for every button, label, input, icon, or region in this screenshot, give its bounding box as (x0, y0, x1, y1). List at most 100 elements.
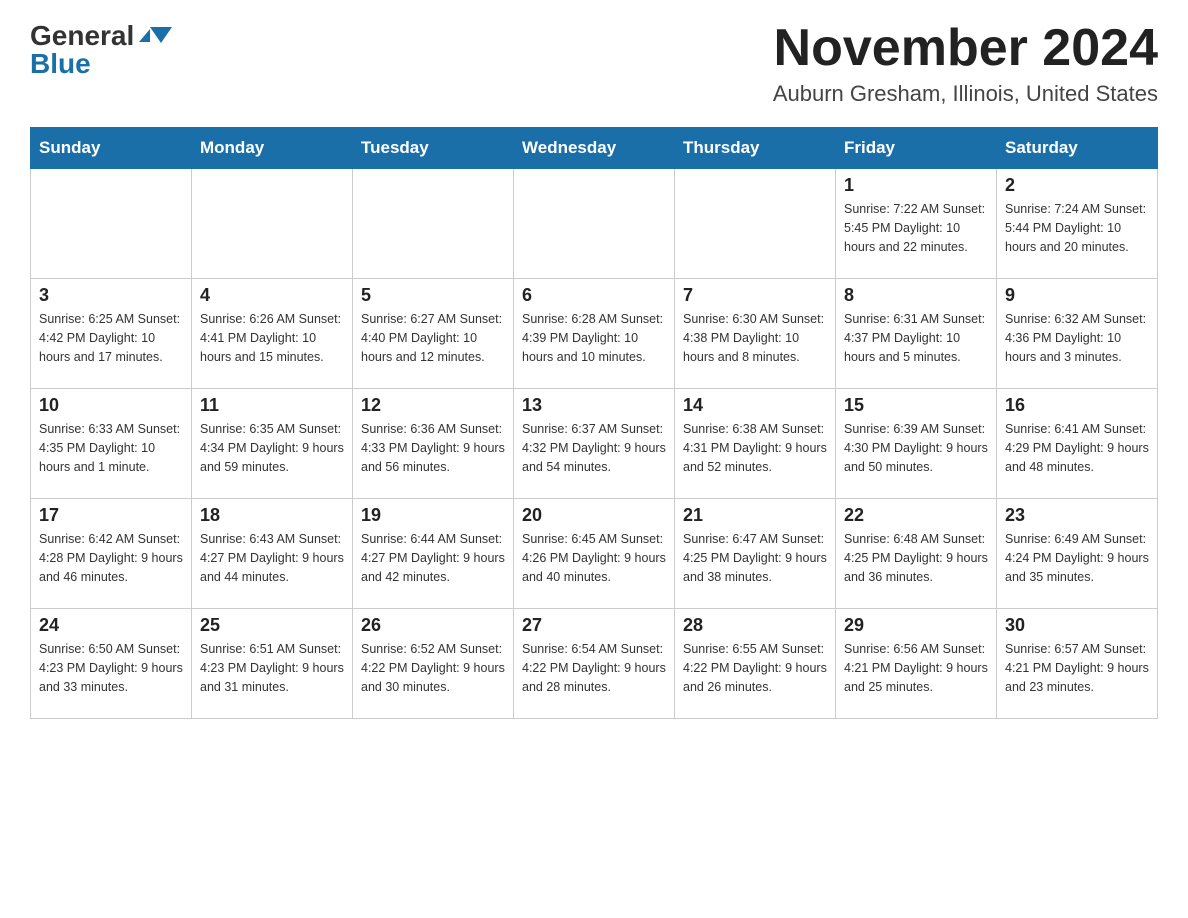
day-info: Sunrise: 6:54 AM Sunset: 4:22 PM Dayligh… (522, 640, 666, 696)
day-number: 10 (39, 395, 183, 416)
day-info: Sunrise: 6:37 AM Sunset: 4:32 PM Dayligh… (522, 420, 666, 476)
day-info: Sunrise: 6:56 AM Sunset: 4:21 PM Dayligh… (844, 640, 988, 696)
calendar-cell: 10 Sunrise: 6:33 AM Sunset: 4:35 PM Dayli… (31, 389, 192, 499)
calendar-cell (675, 169, 836, 279)
day-number: 27 (522, 615, 666, 636)
day-number: 6 (522, 285, 666, 306)
day-info: Sunrise: 6:38 AM Sunset: 4:31 PM Dayligh… (683, 420, 827, 476)
calendar-cell: 12 Sunrise: 6:36 AM Sunset: 4:33 PM Dayli… (353, 389, 514, 499)
day-number: 25 (200, 615, 344, 636)
day-info: Sunrise: 6:36 AM Sunset: 4:33 PM Dayligh… (361, 420, 505, 476)
calendar-cell (514, 169, 675, 279)
calendar-cell: 13 Sunrise: 6:37 AM Sunset: 4:32 PM Dayli… (514, 389, 675, 499)
location-subtitle: Auburn Gresham, Illinois, United States (773, 81, 1158, 107)
day-info: Sunrise: 7:22 AM Sunset: 5:45 PM Dayligh… (844, 200, 988, 256)
day-info: Sunrise: 6:33 AM Sunset: 4:35 PM Dayligh… (39, 420, 183, 476)
calendar-cell: 17 Sunrise: 6:42 AM Sunset: 4:28 PM Dayli… (31, 499, 192, 609)
logo: General Blue (30, 20, 150, 80)
calendar-cell: 5Sunrise: 6:27 AM Sunset: 4:40 PM Daylig… (353, 279, 514, 389)
calendar-week-row: 1Sunrise: 7:22 AM Sunset: 5:45 PM Daylig… (31, 169, 1158, 279)
calendar-cell: 18 Sunrise: 6:43 AM Sunset: 4:27 PM Dayli… (192, 499, 353, 609)
calendar-cell: 24Sunrise: 6:50 AM Sunset: 4:23 PM Dayli… (31, 609, 192, 719)
day-number: 18 (200, 505, 344, 526)
day-info: Sunrise: 6:42 AM Sunset: 4:28 PM Dayligh… (39, 530, 183, 586)
day-info: Sunrise: 6:47 AM Sunset: 4:25 PM Dayligh… (683, 530, 827, 586)
calendar-cell: 21 Sunrise: 6:47 AM Sunset: 4:25 PM Dayli… (675, 499, 836, 609)
month-year-title: November 2024 (773, 20, 1158, 77)
calendar-cell (31, 169, 192, 279)
day-number: 26 (361, 615, 505, 636)
day-info: Sunrise: 6:39 AM Sunset: 4:30 PM Dayligh… (844, 420, 988, 476)
day-number: 30 (1005, 615, 1149, 636)
day-number: 8 (844, 285, 988, 306)
day-number: 17 (39, 505, 183, 526)
day-info: Sunrise: 6:50 AM Sunset: 4:23 PM Dayligh… (39, 640, 183, 696)
logo-blue-text: Blue (30, 48, 91, 80)
calendar-cell: 19Sunrise: 6:44 AM Sunset: 4:27 PM Dayli… (353, 499, 514, 609)
weekday-header-saturday: Saturday (997, 128, 1158, 169)
day-number: 3 (39, 285, 183, 306)
logo-arrow-icon (139, 29, 150, 42)
logo-general-text: General (30, 20, 134, 51)
day-number: 19 (361, 505, 505, 526)
day-info: Sunrise: 6:35 AM Sunset: 4:34 PM Dayligh… (200, 420, 344, 476)
calendar-cell: 4 Sunrise: 6:26 AM Sunset: 4:41 PM Daylig… (192, 279, 353, 389)
day-info: Sunrise: 6:41 AM Sunset: 4:29 PM Dayligh… (1005, 420, 1149, 476)
calendar-cell (353, 169, 514, 279)
calendar-cell: 28 Sunrise: 6:55 AM Sunset: 4:22 PM Dayli… (675, 609, 836, 719)
calendar-cell: 8 Sunrise: 6:31 AM Sunset: 4:37 PM Daylig… (836, 279, 997, 389)
day-number: 23 (1005, 505, 1149, 526)
day-number: 22 (844, 505, 988, 526)
day-info: Sunrise: 6:45 AM Sunset: 4:26 PM Dayligh… (522, 530, 666, 586)
day-info: Sunrise: 6:32 AM Sunset: 4:36 PM Dayligh… (1005, 310, 1149, 366)
calendar-cell: 29 Sunrise: 6:56 AM Sunset: 4:21 PM Dayli… (836, 609, 997, 719)
calendar-cell: 23 Sunrise: 6:49 AM Sunset: 4:24 PM Dayli… (997, 499, 1158, 609)
day-number: 29 (844, 615, 988, 636)
calendar-cell: 20Sunrise: 6:45 AM Sunset: 4:26 PM Dayli… (514, 499, 675, 609)
day-number: 12 (361, 395, 505, 416)
day-number: 28 (683, 615, 827, 636)
calendar-cell: 30 Sunrise: 6:57 AM Sunset: 4:21 PM Dayli… (997, 609, 1158, 719)
calendar-cell: 7 Sunrise: 6:30 AM Sunset: 4:38 PM Daylig… (675, 279, 836, 389)
calendar-cell: 22Sunrise: 6:48 AM Sunset: 4:25 PM Dayli… (836, 499, 997, 609)
day-number: 14 (683, 395, 827, 416)
header: General Blue November 2024 Auburn Gresha… (30, 20, 1158, 107)
day-number: 13 (522, 395, 666, 416)
day-number: 16 (1005, 395, 1149, 416)
day-number: 7 (683, 285, 827, 306)
day-info: Sunrise: 6:25 AM Sunset: 4:42 PM Dayligh… (39, 310, 183, 366)
day-info: Sunrise: 6:28 AM Sunset: 4:39 PM Dayligh… (522, 310, 666, 366)
calendar-cell: 15 Sunrise: 6:39 AM Sunset: 4:30 PM Dayli… (836, 389, 997, 499)
calendar-cell: 25Sunrise: 6:51 AM Sunset: 4:23 PM Dayli… (192, 609, 353, 719)
calendar-week-row: 10 Sunrise: 6:33 AM Sunset: 4:35 PM Dayli… (31, 389, 1158, 499)
weekday-header-thursday: Thursday (675, 128, 836, 169)
day-info: Sunrise: 6:49 AM Sunset: 4:24 PM Dayligh… (1005, 530, 1149, 586)
day-info: Sunrise: 6:43 AM Sunset: 4:27 PM Dayligh… (200, 530, 344, 586)
day-info: Sunrise: 6:57 AM Sunset: 4:21 PM Dayligh… (1005, 640, 1149, 696)
weekday-header-friday: Friday (836, 128, 997, 169)
calendar-cell: 3 Sunrise: 6:25 AM Sunset: 4:42 PM Daylig… (31, 279, 192, 389)
weekday-header-sunday: Sunday (31, 128, 192, 169)
calendar-week-row: 3 Sunrise: 6:25 AM Sunset: 4:42 PM Daylig… (31, 279, 1158, 389)
calendar-cell: 9Sunrise: 6:32 AM Sunset: 4:36 PM Daylig… (997, 279, 1158, 389)
day-number: 15 (844, 395, 988, 416)
weekday-header-wednesday: Wednesday (514, 128, 675, 169)
calendar-cell: 1Sunrise: 7:22 AM Sunset: 5:45 PM Daylig… (836, 169, 997, 279)
day-number: 21 (683, 505, 827, 526)
title-area: November 2024 Auburn Gresham, Illinois, … (773, 20, 1158, 107)
calendar-cell: 14 Sunrise: 6:38 AM Sunset: 4:31 PM Dayli… (675, 389, 836, 499)
day-info: Sunrise: 6:31 AM Sunset: 4:37 PM Dayligh… (844, 310, 988, 366)
calendar-cell: 16 Sunrise: 6:41 AM Sunset: 4:29 PM Dayli… (997, 389, 1158, 499)
calendar-cell: 26Sunrise: 6:52 AM Sunset: 4:22 PM Dayli… (353, 609, 514, 719)
calendar-cell: 2Sunrise: 7:24 AM Sunset: 5:44 PM Daylig… (997, 169, 1158, 279)
calendar-cell: 27 Sunrise: 6:54 AM Sunset: 4:22 PM Dayli… (514, 609, 675, 719)
day-info: Sunrise: 6:26 AM Sunset: 4:41 PM Dayligh… (200, 310, 344, 366)
calendar-cell: 11Sunrise: 6:35 AM Sunset: 4:34 PM Dayli… (192, 389, 353, 499)
day-info: Sunrise: 6:30 AM Sunset: 4:38 PM Dayligh… (683, 310, 827, 366)
weekday-header-monday: Monday (192, 128, 353, 169)
day-number: 2 (1005, 175, 1149, 196)
calendar-week-row: 17 Sunrise: 6:42 AM Sunset: 4:28 PM Dayli… (31, 499, 1158, 609)
calendar-cell: 6 Sunrise: 6:28 AM Sunset: 4:39 PM Daylig… (514, 279, 675, 389)
day-number: 4 (200, 285, 344, 306)
day-info: Sunrise: 6:55 AM Sunset: 4:22 PM Dayligh… (683, 640, 827, 696)
